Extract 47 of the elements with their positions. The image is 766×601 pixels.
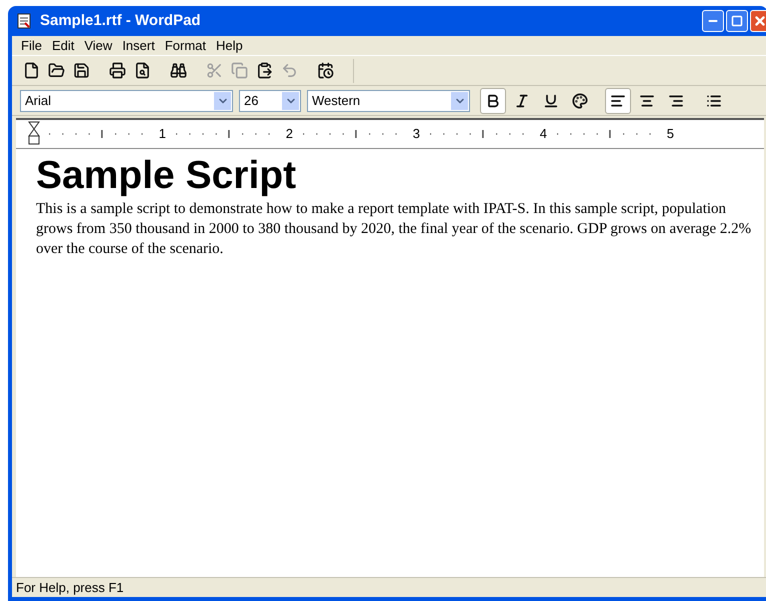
copy-icon [230,62,248,79]
notepad-icon [16,13,32,29]
window-title: Sample1.rtf - WordPad [40,10,202,31]
dropdown-field[interactable]: Western [307,90,470,112]
maximize-icon [731,15,743,27]
align-left-icon [610,92,626,108]
bullet-list-icon [706,92,722,108]
menu-item[interactable]: View [79,36,118,56]
dropdown-field[interactable]: Arial [20,90,233,112]
dropdown-value: Western [311,94,362,107]
menu-item[interactable]: File [16,36,47,56]
menu-item[interactable]: Edit [46,36,80,56]
ruler-number: 5 [666,125,675,144]
close-button[interactable] [750,10,766,32]
format-button[interactable] [605,88,631,114]
undo-icon [280,62,298,79]
ruler-number: 4 [538,125,548,144]
maximize-button[interactable] [726,10,748,32]
ruler-number: 1 [158,125,167,144]
status-text: For Help, press F1 [16,578,124,597]
page-magnifier-icon [134,62,150,79]
palette-icon [572,92,588,108]
folder-icon [48,62,64,79]
ruler-number: 3 [412,125,421,144]
calendar-clock-icon [316,62,334,79]
menu-item[interactable]: Help [211,36,248,56]
align-right-icon [668,92,684,108]
dropdown-field[interactable]: 26 [239,90,301,112]
dropdown-value: 26 [243,94,260,107]
menu-item[interactable]: Insert [117,36,160,56]
minimize-button[interactable] [702,10,724,32]
document-paragraph: This is a sample script to demonstrate how to make a report template with IPAT-S. In this sample script, population grows from 350 thousand in 2000 to 380 thousand by 2020, the final year of the scenario. GDP grows on average 2.2% over the course of the scenario. [36,200,752,259]
underline-icon [543,92,559,108]
bold-icon [485,92,501,108]
close-icon [752,14,766,28]
italic-icon [514,92,530,108]
new-document-icon [22,62,40,79]
clipboard-icon [256,62,272,79]
format-button[interactable] [480,88,506,114]
document-heading: Sample Script [36,153,298,199]
binoculars-icon [170,62,186,79]
ruler-number: 2 [284,125,294,144]
scissors-icon [206,62,222,79]
dropdown-value: Arial [24,94,52,107]
printer-icon [108,62,126,79]
align-center-icon [639,92,655,108]
menu-item[interactable]: Format [160,36,211,56]
